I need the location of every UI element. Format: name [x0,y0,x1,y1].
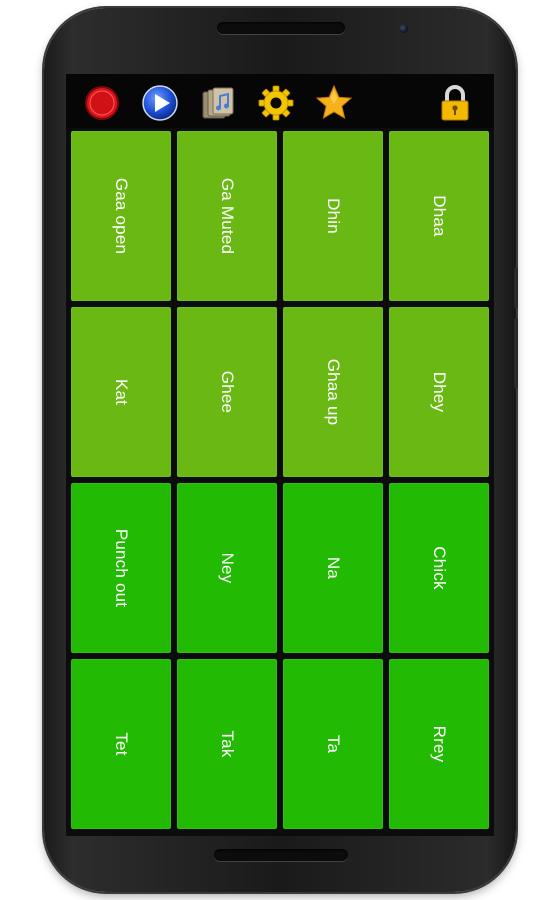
pad-tak[interactable]: Tak [177,659,277,829]
pad-label: Gaa open [112,177,131,255]
pad-ga-muted[interactable]: Ga Muted [177,131,277,301]
pad-dhaa[interactable]: Dhaa [389,131,489,301]
pad-ta[interactable]: Ta [283,659,383,829]
star-icon[interactable] [315,84,353,122]
pad-rrey[interactable]: Rrey [389,659,489,829]
pad-chick[interactable]: Chick [389,483,489,653]
power-button [514,318,518,388]
pad-label: Tet [112,732,131,756]
toolbar [66,74,494,128]
pad-ghee[interactable]: Ghee [177,307,277,477]
pad-label: Chick [430,546,449,590]
music-folder-icon[interactable] [199,84,237,122]
pad-dhey[interactable]: Dhey [389,307,489,477]
pad-tet[interactable]: Tet [71,659,171,829]
pad-label: Kat [112,378,131,406]
pad-label: Dhin [324,198,343,234]
front-camera [399,24,408,33]
drum-pad-grid: Gaa open Ga Muted Dhin Dhaa Kat Ghee Gha… [71,131,491,831]
pad-label: Ney [218,552,237,584]
pad-label: Ga Muted [218,177,237,255]
pad-label: Dhey [430,371,449,413]
pad-label: Na [324,556,343,580]
play-icon[interactable] [141,84,179,122]
pad-label: Ghaa up [324,358,343,426]
pad-na[interactable]: Na [283,483,383,653]
pad-dhin[interactable]: Dhin [283,131,383,301]
bottom-speaker [214,849,348,861]
earpiece-speaker [217,22,345,34]
pad-ghaa-up[interactable]: Ghaa up [283,307,383,477]
lock-icon[interactable] [436,84,474,122]
pad-label: Punch out [112,528,131,608]
app-screen: Gaa open Ga Muted Dhin Dhaa Kat Ghee Gha… [66,74,494,836]
pad-kat[interactable]: Kat [71,307,171,477]
pad-label: Ghee [218,370,237,414]
pad-label: Rrey [430,725,449,763]
pad-ney[interactable]: Ney [177,483,277,653]
record-icon[interactable] [83,84,121,122]
pad-punch-out[interactable]: Punch out [71,483,171,653]
volume-button [514,268,518,308]
gear-icon[interactable] [257,84,295,122]
phone-frame: Gaa open Ga Muted Dhin Dhaa Kat Ghee Gha… [44,8,518,892]
pad-label: Tak [218,730,237,758]
pad-gaa-open[interactable]: Gaa open [71,131,171,301]
pad-label: Ta [324,734,343,754]
pad-label: Dhaa [430,195,449,237]
